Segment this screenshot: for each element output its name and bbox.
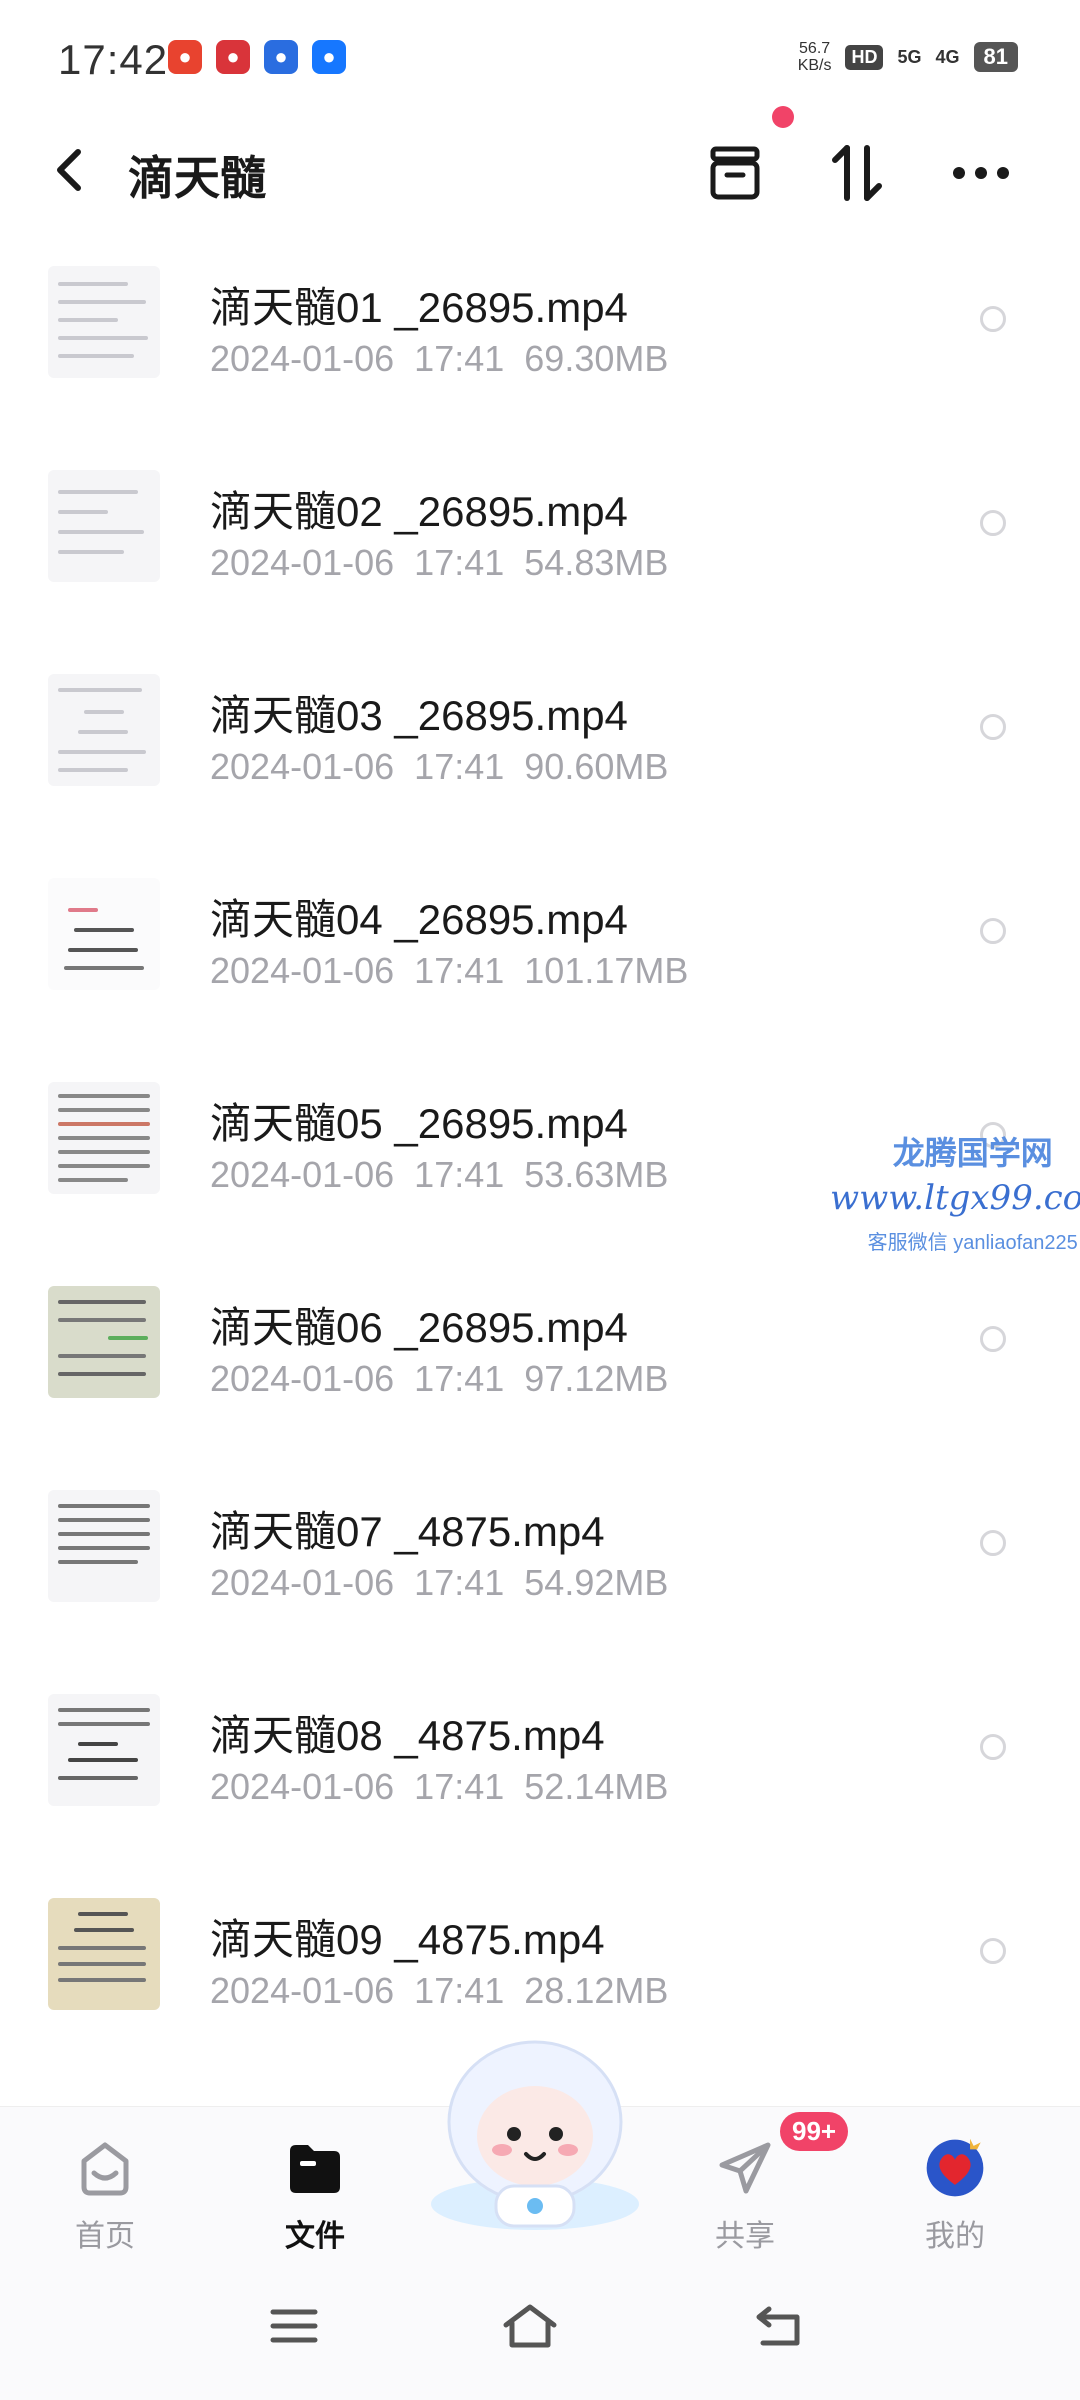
- file-meta: 2024-01-06 17:41 52.14MB: [210, 1766, 669, 1807]
- nav-label: 首页: [75, 2220, 135, 2253]
- archive-button[interactable]: [698, 136, 772, 210]
- select-radio[interactable]: [980, 1734, 1006, 1760]
- file-name: 滴天髓08 _4875.mp4: [210, 1712, 605, 1759]
- video-thumbnail: [48, 1286, 160, 1398]
- signal-5g: 5G: [897, 46, 922, 67]
- file-meta: 2024-01-06 17:41 54.92MB: [210, 1562, 669, 1603]
- home-outline-icon: [503, 2304, 557, 2348]
- battery-level: 81: [973, 42, 1018, 72]
- file-meta: 2024-01-06 17:41 90.60MB: [210, 746, 669, 787]
- chevron-left-icon: [57, 149, 81, 191]
- file-row[interactable]: 滴天髓07 _4875.mp4 2024-01-06 17:41 54.92MB: [0, 1450, 1080, 1654]
- sort-icon: [832, 145, 882, 201]
- menu-icon: [270, 2309, 318, 2343]
- file-row[interactable]: 滴天髓02 _26895.mp4 2024-01-06 17:41 54.83M…: [0, 430, 1080, 634]
- select-radio[interactable]: [980, 918, 1006, 944]
- system-navigation-bar: [0, 2256, 1080, 2400]
- file-name: 滴天髓03 _26895.mp4: [210, 692, 628, 739]
- video-thumbnail: [48, 1082, 160, 1194]
- file-row[interactable]: 滴天髓06 _26895.mp4 2024-01-06 17:41 97.12M…: [0, 1246, 1080, 1450]
- video-thumbnail: [48, 266, 160, 378]
- recent-apps-button[interactable]: [254, 2296, 334, 2356]
- select-radio[interactable]: [980, 1530, 1006, 1556]
- back-button[interactable]: [46, 140, 96, 200]
- file-name: 滴天髓04 _26895.mp4: [210, 896, 628, 943]
- file-row[interactable]: 滴天髓04 _26895.mp4 2024-01-06 17:41 101.17…: [0, 838, 1080, 1042]
- page-title: 滴天髓: [128, 152, 266, 204]
- file-meta: 2024-01-06 17:41 97.12MB: [210, 1358, 669, 1399]
- archive-icon: [710, 146, 760, 200]
- network-speed: 56.7 KB/s: [797, 40, 832, 74]
- file-meta: 2024-01-06 17:41 101.17MB: [210, 950, 689, 991]
- video-thumbnail: [48, 1490, 160, 1602]
- file-name: 滴天髓05 _26895.mp4: [210, 1100, 628, 1147]
- status-time: 17:42: [58, 36, 169, 83]
- select-radio[interactable]: [980, 306, 1006, 332]
- file-name: 滴天髓06 _26895.mp4: [210, 1304, 628, 1351]
- file-name: 滴天髓02 _26895.mp4: [210, 488, 628, 535]
- file-meta: 2024-01-06 17:41 69.30MB: [210, 338, 669, 379]
- hd-badge: HD: [845, 44, 884, 70]
- notification-dot: [772, 106, 794, 128]
- file-row[interactable]: 滴天髓09 _4875.mp4 2024-01-06 17:41 28.12MB: [0, 1858, 1080, 2062]
- video-thumbnail: [48, 878, 160, 990]
- watermark: 龙腾国学网 www.ltgx99.com 客服微信 yanliaofan225: [830, 1135, 1080, 1254]
- file-row[interactable]: 滴天髓08 _4875.mp4 2024-01-06 17:41 52.14MB: [0, 1654, 1080, 1858]
- app-notification-icon: ●: [168, 40, 202, 74]
- more-dots-icon: [953, 167, 1009, 179]
- select-radio[interactable]: [980, 1938, 1006, 1964]
- status-indicators: 56.7 KB/s HD 5G 4G 81: [798, 40, 1018, 74]
- file-row[interactable]: 滴天髓01 _26895.mp4 2024-01-06 17:41 69.30M…: [0, 226, 1080, 430]
- share-badge: 99+: [780, 2112, 849, 2151]
- send-icon: [714, 2137, 776, 2199]
- video-thumbnail: [48, 1694, 160, 1806]
- more-options-button[interactable]: [944, 136, 1018, 210]
- select-radio[interactable]: [980, 1326, 1006, 1352]
- app-notification-icon: ●: [312, 40, 346, 74]
- file-meta: 2024-01-06 17:41 54.83MB: [210, 542, 669, 583]
- mascot-assistant-button[interactable]: [418, 2036, 652, 2236]
- app-notification-icon: ●: [216, 40, 250, 74]
- file-name: 滴天髓09 _4875.mp4: [210, 1916, 605, 1963]
- nav-mine[interactable]: 我的: [880, 2107, 1030, 2257]
- select-radio[interactable]: [980, 714, 1006, 740]
- file-name: 滴天髓01 _26895.mp4: [210, 284, 628, 331]
- nav-files[interactable]: 文件: [240, 2107, 390, 2257]
- nav-label: 共享: [715, 2220, 775, 2253]
- back-system-button[interactable]: [740, 2296, 820, 2356]
- nav-label: 文件: [285, 2220, 345, 2253]
- file-meta: 2024-01-06 17:41 28.12MB: [210, 1970, 669, 2011]
- avatar-icon: [924, 2137, 986, 2199]
- signal-4g: 4G: [935, 46, 960, 67]
- home-system-button[interactable]: [490, 2296, 570, 2356]
- top-app-bar: 滴天髓: [0, 118, 1080, 226]
- sort-button[interactable]: [820, 136, 894, 210]
- file-row[interactable]: 滴天髓03 _26895.mp4 2024-01-06 17:41 90.60M…: [0, 634, 1080, 838]
- folder-icon: [284, 2137, 346, 2199]
- status-bar: 17:42 ● ● ● ● 56.7 KB/s HD 5G 4G 81: [0, 0, 1080, 118]
- video-thumbnail: [48, 1898, 160, 2010]
- nav-label: 我的: [925, 2220, 985, 2253]
- app-notification-icon: ●: [264, 40, 298, 74]
- back-arrow-icon: [756, 2306, 800, 2346]
- file-name: 滴天髓07 _4875.mp4: [210, 1508, 605, 1555]
- home-icon: [74, 2137, 136, 2199]
- nav-home[interactable]: 首页: [30, 2107, 180, 2257]
- select-radio[interactable]: [980, 510, 1006, 536]
- video-thumbnail: [48, 674, 160, 786]
- video-thumbnail: [48, 470, 160, 582]
- mascot-icon: [431, 2040, 639, 2230]
- file-meta: 2024-01-06 17:41 53.63MB: [210, 1154, 669, 1195]
- notification-icons: ● ● ● ●: [168, 40, 346, 74]
